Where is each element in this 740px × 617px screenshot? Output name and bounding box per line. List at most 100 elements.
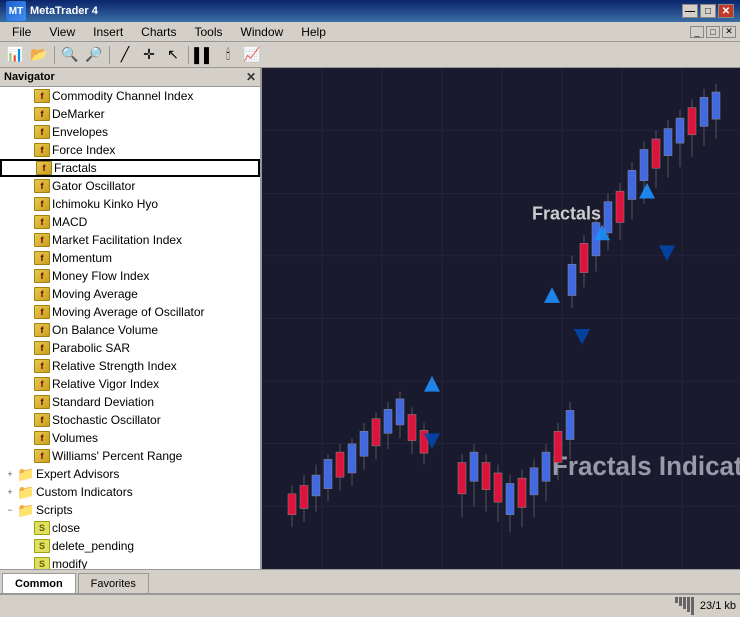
indicator-envelopes[interactable]: f Envelopes: [0, 123, 260, 141]
crosshair-btn[interactable]: ✛: [138, 44, 160, 66]
indicator-stochastic-oscillator[interactable]: f Stochastic Oscillator: [0, 411, 260, 429]
indicator-icon: f: [34, 323, 50, 337]
mdi-minimize-btn[interactable]: _: [690, 26, 704, 38]
expert-advisors-label: Expert Advisors: [36, 467, 119, 481]
bar-chart-btn[interactable]: ▌▌: [193, 44, 215, 66]
script-icon: S: [34, 557, 50, 569]
menu-charts[interactable]: Charts: [133, 23, 184, 41]
scripts-folder[interactable]: − 📁 Scripts: [0, 501, 260, 519]
toolbar-separator-3: [188, 46, 189, 64]
status-bar: 23/1 kb: [0, 593, 740, 617]
indicator-momentum[interactable]: f Momentum: [0, 249, 260, 267]
indicator-icon: f: [34, 269, 50, 283]
chart-area[interactable]: Fractals Fractals Indicator: [262, 68, 740, 569]
mdi-restore-btn[interactable]: □: [706, 26, 720, 38]
status-right: 23/1 kb: [675, 597, 736, 615]
menu-window[interactable]: Window: [233, 23, 292, 41]
indicator-icon: f: [34, 179, 50, 193]
menu-tools[interactable]: Tools: [187, 23, 231, 41]
indicator-relative-strength-index[interactable]: f Relative Strength Index: [0, 357, 260, 375]
indicator-moving-average[interactable]: f Moving Average: [0, 285, 260, 303]
menu-help[interactable]: Help: [293, 23, 334, 41]
indicator-label: Moving Average: [52, 287, 138, 301]
indicator-label: Ichimoku Kinko Hyo: [52, 197, 158, 211]
indicator-label: Volumes: [52, 431, 98, 445]
indicator-label: MACD: [52, 215, 87, 229]
indicator-on-balance-volume[interactable]: f On Balance Volume: [0, 321, 260, 339]
close-button[interactable]: ✕: [718, 4, 734, 18]
line-btn[interactable]: ╱: [114, 44, 136, 66]
bar-5: [691, 597, 694, 615]
indicator-icon: f: [34, 341, 50, 355]
new-chart-btn[interactable]: 📊: [4, 44, 26, 66]
mdi-controls: _ □ ✕: [690, 26, 736, 38]
indicator-icon: f: [34, 215, 50, 229]
indicator-icon: f: [34, 143, 50, 157]
indicator-money-flow-index[interactable]: f Money Flow Index: [0, 267, 260, 285]
indicator-fractals[interactable]: f Fractals: [0, 159, 260, 177]
indicator-relative-vigor-index[interactable]: f Relative Vigor Index: [0, 375, 260, 393]
scripts-label: Scripts: [36, 503, 73, 517]
navigator-content[interactable]: f Commodity Channel Index f DeMarker f E…: [0, 87, 260, 569]
bar-1: [675, 597, 678, 603]
indicator-icon: f: [34, 251, 50, 265]
zoom-in-btn[interactable]: 🔍: [59, 44, 81, 66]
indicator-icon: f: [34, 233, 50, 247]
maximize-button[interactable]: □: [700, 4, 716, 18]
indicator-volumes[interactable]: f Volumes: [0, 429, 260, 447]
indicator-standard-deviation[interactable]: f Standard Deviation: [0, 393, 260, 411]
indicator-macd[interactable]: f MACD: [0, 213, 260, 231]
indicator-label: Gator Oscillator: [52, 179, 135, 193]
tab-favorites[interactable]: Favorites: [78, 573, 149, 593]
indicator-ichimoku[interactable]: f Ichimoku Kinko Hyo: [0, 195, 260, 213]
indicator-icon: f: [34, 377, 50, 391]
toolbar-separator-1: [54, 46, 55, 64]
indicator-commodity-channel-index[interactable]: f Commodity Channel Index: [0, 87, 260, 105]
expert-advisors-folder[interactable]: + 📁 Expert Advisors: [0, 465, 260, 483]
zoom-out-btn[interactable]: 🔎: [83, 44, 105, 66]
indicator-parabolic-sar[interactable]: f Parabolic SAR: [0, 339, 260, 357]
indicator-label: Market Facilitation Index: [52, 233, 182, 247]
indicator-label: On Balance Volume: [52, 323, 158, 337]
mdi-close-btn[interactable]: ✕: [722, 26, 736, 38]
chart-svg: Fractals Fractals Indicator: [262, 68, 740, 569]
script-modify[interactable]: S modify: [0, 555, 260, 569]
script-delete-pending[interactable]: S delete_pending: [0, 537, 260, 555]
menu-insert[interactable]: Insert: [85, 23, 131, 41]
line-chart-btn[interactable]: 📈: [241, 44, 263, 66]
candle-btn[interactable]: 🕯: [217, 44, 239, 66]
script-icon: S: [34, 539, 50, 553]
custom-indicators-folder[interactable]: + 📁 Custom Indicators: [0, 483, 260, 501]
window-title: MetaTrader 4: [30, 5, 98, 17]
svg-text:Fractals Indicator: Fractals Indicator: [552, 451, 740, 482]
bar-4: [687, 597, 690, 612]
navigator-header: Navigator ✕: [0, 68, 260, 87]
indicator-label: Parabolic SAR: [52, 341, 130, 355]
status-info: 23/1 kb: [700, 600, 736, 612]
indicator-moving-average-oscillator[interactable]: f Moving Average of Oscillator: [0, 303, 260, 321]
indicator-label: Force Index: [52, 143, 115, 157]
app-icon: MT: [6, 1, 26, 21]
script-label: delete_pending: [52, 539, 134, 553]
indicator-icon: f: [34, 413, 50, 427]
indicator-icon: f: [34, 287, 50, 301]
indicator-label: Williams' Percent Range: [52, 449, 182, 463]
signal-bars: [675, 597, 694, 615]
indicator-icon: f: [34, 197, 50, 211]
title-bar: MT MetaTrader 4 — □ ✕: [0, 0, 740, 22]
indicator-market-facilitation-index[interactable]: f Market Facilitation Index: [0, 231, 260, 249]
tab-common[interactable]: Common: [2, 573, 76, 593]
indicator-demarker[interactable]: f DeMarker: [0, 105, 260, 123]
script-close[interactable]: S close: [0, 519, 260, 537]
indicator-williams-percent-range[interactable]: f Williams' Percent Range: [0, 447, 260, 465]
menu-view[interactable]: View: [41, 23, 83, 41]
menu-file[interactable]: File: [4, 23, 39, 41]
navigator-close-btn[interactable]: ✕: [246, 70, 256, 84]
arrow-btn[interactable]: ↖: [162, 44, 184, 66]
svg-text:Fractals: Fractals: [532, 202, 601, 223]
indicator-force-index[interactable]: f Force Index: [0, 141, 260, 159]
indicator-gator-oscillator[interactable]: f Gator Oscillator: [0, 177, 260, 195]
open-btn[interactable]: 📂: [28, 44, 50, 66]
indicator-label: DeMarker: [52, 107, 105, 121]
minimize-button[interactable]: —: [682, 4, 698, 18]
